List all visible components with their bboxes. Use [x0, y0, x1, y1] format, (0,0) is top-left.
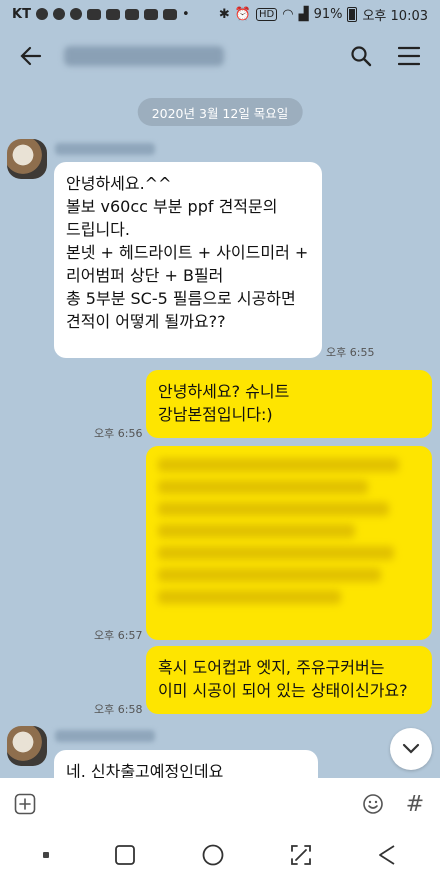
youtube-icon — [162, 8, 177, 20]
more-dots-icon: • — [181, 6, 190, 22]
signal-icon: ▟ — [298, 6, 309, 22]
search-button[interactable] — [344, 39, 378, 73]
plus-square-icon — [14, 793, 36, 815]
menu-button[interactable] — [392, 39, 426, 73]
recents-icon[interactable] — [114, 844, 136, 866]
date-divider: 2020년 3월 12일 목요일 — [137, 98, 303, 126]
status-right: ✱ ⏰ HD ◠ ▟ 91% 오후 10:03 — [219, 5, 428, 24]
message-time: 오후 6:56 — [94, 427, 143, 440]
arrow-left-icon — [20, 46, 42, 66]
avatar[interactable] — [7, 726, 47, 766]
notification-icon — [35, 8, 48, 20]
message-bubble-outgoing-redacted[interactable] — [146, 446, 432, 640]
header-actions — [344, 39, 426, 73]
message-time: 오후 6:55 — [326, 346, 375, 359]
wifi-icon: ◠ — [282, 6, 294, 22]
emoji-button[interactable] — [358, 789, 388, 819]
youtube-icon — [105, 8, 120, 20]
avatar[interactable] — [7, 139, 47, 179]
message-bubble-outgoing[interactable]: 혹시 도어컵과 엣지, 주유구커버는 이미 시공이 되어 있는 상태이신가요? — [146, 646, 432, 714]
status-left: KT • — [12, 7, 190, 22]
nav-dot-button[interactable] — [42, 852, 49, 858]
youtube-icon — [124, 8, 139, 20]
scroll-to-bottom-button[interactable] — [390, 728, 432, 770]
redacted-text — [158, 458, 420, 628]
bluetooth-icon: ✱ — [218, 6, 230, 22]
status-bar: KT • ✱ ⏰ HD ◠ ▟ 91% 오후 10:03 — [0, 0, 440, 28]
message-input-bar: # — [0, 778, 440, 830]
notification-icon — [52, 8, 65, 20]
sender-name-redacted — [55, 730, 155, 742]
message-bubble-outgoing[interactable]: 안녕하세요? 슈니트 강남본점입니다:) — [146, 370, 432, 438]
sender-name-redacted — [55, 143, 155, 155]
carrier-label: KT — [12, 6, 31, 22]
add-button[interactable] — [10, 789, 40, 819]
message-time: 오후 6:57 — [94, 629, 143, 642]
chevron-down-icon — [402, 743, 420, 754]
battery-percent: 91% — [313, 6, 343, 22]
facebook-icon — [69, 8, 82, 20]
chat-title-redacted — [64, 46, 224, 66]
hd-icon: HD — [255, 7, 278, 21]
home-icon[interactable] — [201, 843, 225, 867]
message-input[interactable] — [50, 786, 348, 822]
hashtag-button[interactable]: # — [400, 789, 430, 819]
battery-icon — [347, 6, 358, 22]
hamburger-icon — [398, 46, 420, 66]
back-nav-icon[interactable] — [377, 844, 397, 866]
system-nav-bar — [0, 830, 440, 880]
search-icon — [351, 46, 372, 67]
alarm-icon: ⏰ — [234, 6, 251, 22]
youtube-icon — [143, 8, 158, 20]
smile-icon — [363, 794, 383, 814]
blog-icon — [86, 8, 101, 20]
back-button[interactable] — [14, 39, 48, 73]
clock: 오후 10:03 — [362, 8, 428, 24]
chat-header — [0, 28, 440, 84]
screenshot-icon[interactable] — [290, 844, 312, 866]
message-bubble-incoming[interactable]: 안녕하세요.^^ 볼보 v60cc 부분 ppf 견적문의 드립니다. 본넷 +… — [54, 162, 322, 358]
message-time: 오후 6:58 — [94, 703, 143, 716]
